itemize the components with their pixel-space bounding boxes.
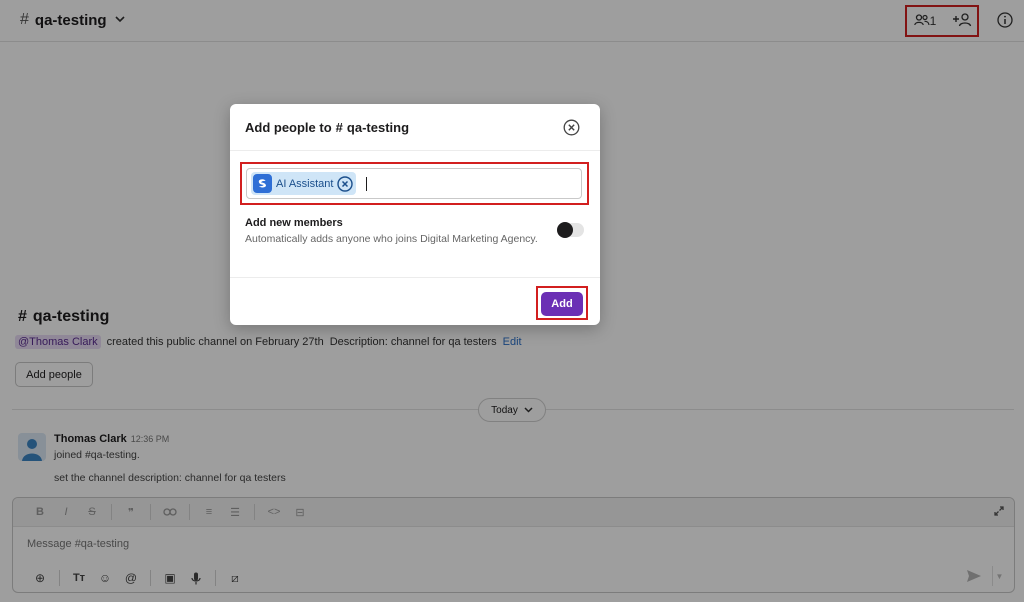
add-new-members-toggle[interactable] [557,222,584,238]
dialog-footer: Add [230,277,600,325]
text-caret [366,176,368,191]
dialog-header: Add people to # qa-testing [230,104,600,151]
dialog-title-channel: qa-testing [346,120,410,135]
remove-chip-icon[interactable] [337,175,354,192]
add-button[interactable]: Add [541,292,583,316]
chip-label: AI Assistant [276,177,334,190]
add-new-members-title: Add new members [245,217,343,229]
add-people-dialog: Add people to # qa-testing AI Assistant … [230,104,600,325]
ai-assistant-avatar [253,174,272,193]
selected-user-chip: AI Assistant [251,172,357,195]
dialog-title: Add people to # qa-testing [245,120,409,135]
add-new-members-description: Automatically adds anyone who joins Digi… [245,233,538,245]
people-picker-input[interactable]: AI Assistant [246,168,582,199]
dialog-title-hash: # [335,120,343,135]
toggle-knob [557,222,573,238]
dialog-title-prefix: Add people to [245,120,332,135]
close-icon[interactable] [563,119,580,136]
